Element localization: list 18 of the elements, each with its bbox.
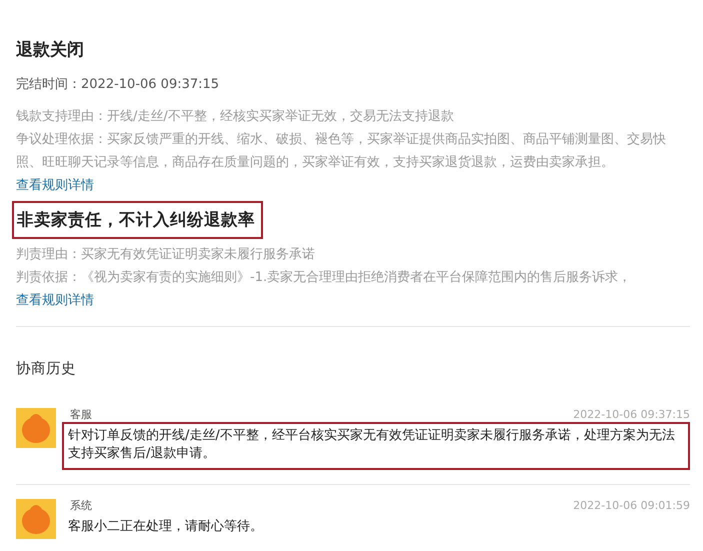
- rule-paragraph: 判责理由：买家无有效凭证证明卖家未履行服务承诺: [16, 246, 316, 264]
- avatar-icon: [16, 499, 56, 539]
- history-title: 协商历史: [16, 360, 77, 378]
- rule-paragraph: 钱款支持理由：开线/走丝/不平整，经核实买家举证无效，交易无法支持退款: [16, 108, 455, 126]
- rule-details-link[interactable]: 查看规则详情: [16, 178, 94, 193]
- rule-paragraph: 判责依据：《视为卖家有责的实施细则》-1.卖家无合理理由拒绝消费者在平台保障范围内的售后服务诉求， 查看规则详情: [16, 269, 632, 310]
- rule-details-link[interactable]: 查看规则详情: [16, 293, 94, 308]
- finish-time: 完结时间：2022-10-06 09:37:15: [16, 76, 220, 93]
- message-time: 2022-10-06 09:01:59: [573, 499, 690, 513]
- rule-paragraph: 争议处理依据：买家反馈严重的开线、缩水、破损、褪色等，买家举证提供商品实拍图、商品平铺测量图、交易快照、旺旺聊天记录等信息，商品存在质量问题的，买家举证有效，支持买家退货退款，运费由卖家承担。 查看规则详情: [16, 131, 667, 195]
- message-text: 客服小二正在处理，请耐心等待。: [67, 518, 264, 536]
- sender-name: 客服: [70, 408, 92, 422]
- message-text: 针对订单反馈的开线/走丝/不平整，经平台核实买家无有效凭证证明卖家未履行服务承诺，处理方案为无法支持买家售后/退款申请。: [62, 422, 690, 470]
- avatar-icon: [16, 408, 56, 448]
- status-title: 退款关闭: [16, 39, 85, 61]
- message-time: 2022-10-06 09:37:15: [573, 408, 690, 422]
- verdict-title: 非卖家责任，不计入纠纷退款率: [12, 201, 263, 239]
- sender-name: 系统: [70, 499, 92, 513]
